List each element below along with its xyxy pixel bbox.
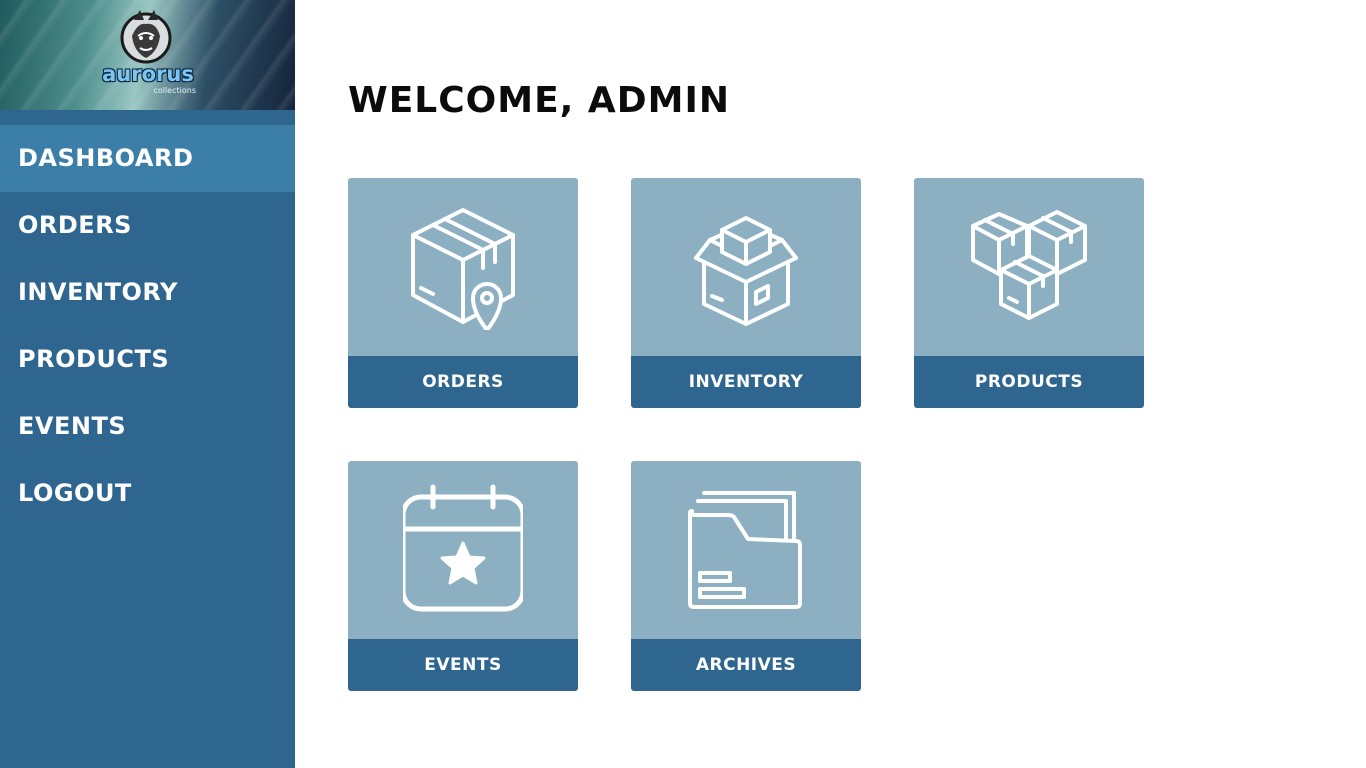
sidebar-item-inventory[interactable]: INVENTORY — [0, 259, 295, 326]
folder-documents-icon — [688, 491, 802, 609]
tile-archives-label: ARCHIVES — [631, 639, 861, 691]
dragon-emblem-icon — [120, 10, 172, 64]
sidebar-item-orders[interactable]: ORDERS — [0, 192, 295, 259]
tile-products-label: PRODUCTS — [914, 356, 1144, 408]
tile-products[interactable]: PRODUCTS — [914, 178, 1144, 408]
sidebar-item-events[interactable]: EVENTS — [0, 393, 295, 460]
brand-name: aurorus — [102, 62, 194, 86]
page-title: WELCOME, ADMIN — [348, 80, 730, 121]
tile-archives[interactable]: ARCHIVES — [631, 461, 861, 691]
stacked-boxes-icon — [971, 210, 1087, 320]
calendar-star-icon — [403, 484, 523, 612]
package-location-icon — [411, 208, 515, 330]
sidebar: aurorus collections DASHBOARD ORDERS INV… — [0, 0, 295, 768]
tile-events[interactable]: EVENTS — [348, 461, 578, 691]
tile-events-label: EVENTS — [348, 639, 578, 691]
sidebar-item-dashboard[interactable]: DASHBOARD — [0, 125, 295, 192]
tile-orders-label: ORDERS — [348, 356, 578, 408]
tile-inventory[interactable]: INVENTORY — [631, 178, 861, 408]
sidebar-item-logout[interactable]: LOGOUT — [0, 460, 295, 527]
open-box-icon — [694, 216, 798, 326]
tile-inventory-label: INVENTORY — [631, 356, 861, 408]
sidebar-nav: DASHBOARD ORDERS INVENTORY PRODUCTS EVEN… — [0, 125, 295, 527]
brand-logo[interactable]: aurorus collections — [0, 0, 295, 110]
brand-tagline: collections — [153, 86, 196, 95]
tile-orders[interactable]: ORDERS — [348, 178, 578, 408]
sidebar-item-products[interactable]: PRODUCTS — [0, 326, 295, 393]
